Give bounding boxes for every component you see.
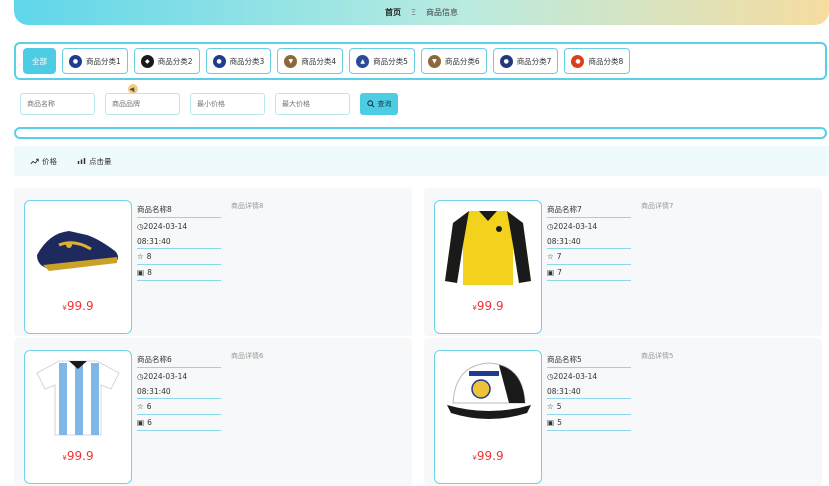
- views-icon: ▣: [137, 267, 145, 277]
- product-name: 商品名称5: [547, 352, 631, 368]
- club-badge-icon: ●: [571, 54, 585, 68]
- category-4-button[interactable]: ▼ 商品分类4: [277, 48, 344, 74]
- product-timestamp: ◷2024-03-14 08:31:40: [547, 218, 631, 249]
- product-image-frame[interactable]: ¥99.9: [24, 350, 132, 484]
- product-name-input[interactable]: [20, 93, 95, 115]
- search-icon: [366, 100, 375, 108]
- product-image-jacket: [439, 205, 537, 287]
- product-price: ¥99.9: [62, 299, 94, 313]
- category-label: 商品分类1: [86, 56, 121, 66]
- sort-bar: 价格 点击量: [14, 146, 829, 176]
- views-icon: ▣: [547, 417, 555, 427]
- product-image-jersey: [29, 355, 127, 437]
- product-name: 商品名称7: [547, 202, 631, 218]
- sort-by-price-button[interactable]: 价格: [30, 156, 57, 167]
- category-all-button[interactable]: 全部: [23, 48, 56, 74]
- product-image-frame[interactable]: ¥99.9: [434, 350, 542, 484]
- product-views: ▣ 8: [137, 265, 221, 281]
- menu-icon[interactable]: Ξ: [411, 8, 416, 17]
- star-icon: ☆: [137, 401, 144, 411]
- category-3-button[interactable]: ● 商品分类3: [205, 48, 272, 74]
- product-views: ▣ 5: [547, 415, 631, 431]
- views-icon: ▣: [137, 417, 145, 427]
- category-1-button[interactable]: ● 商品分类1: [62, 48, 128, 74]
- club-badge-icon: ●: [499, 54, 513, 68]
- product-info: 商品名称7 ◷2024-03-14 08:31:40 ☆ 7 ▣ 7: [547, 202, 631, 281]
- search-button-label: 查询: [377, 100, 392, 108]
- nav-current-page[interactable]: 商品信息: [426, 7, 458, 18]
- product-image-frame[interactable]: ¥99.9: [434, 200, 542, 334]
- category-label: 商品分类7: [516, 56, 552, 66]
- bar-chart-icon: [77, 158, 86, 164]
- views-icon: ▣: [547, 267, 555, 277]
- club-badge-icon: ◆: [140, 54, 154, 68]
- product-brand-input[interactable]: [105, 93, 180, 115]
- sort-clicks-label: 点击量: [89, 156, 112, 166]
- category-label: 全部: [32, 56, 47, 66]
- product-favorites: ☆ 6: [137, 399, 221, 415]
- category-label: 商品分类5: [373, 56, 408, 66]
- sort-by-clicks-button[interactable]: 点击量: [77, 156, 112, 167]
- product-info: 商品名称8 ◷2024-03-14 08:31:40 ☆ 8 ▣ 8: [137, 202, 221, 281]
- nav-home-link[interactable]: 首页: [385, 7, 401, 18]
- search-form: 查询: [20, 93, 398, 115]
- product-card[interactable]: ¥99.9 商品名称6 ◷2024-03-14 08:31:40 ☆ 6 ▣ 6 商品…: [14, 338, 412, 486]
- product-timestamp: ◷2024-03-14 08:31:40: [547, 368, 631, 399]
- category-label: 商品分类4: [301, 56, 337, 66]
- product-favorites: ☆ 7: [547, 249, 631, 265]
- product-detail: 商品详情5: [641, 352, 674, 360]
- category-8-button[interactable]: ● 商品分类8: [564, 48, 631, 74]
- category-label: 商品分类8: [588, 56, 624, 66]
- product-card[interactable]: ¥99.9 商品名称8 ◷2024-03-14 08:31:40 ☆ 8 ▣ 8 商品…: [14, 188, 412, 336]
- product-detail: 商品详情6: [231, 352, 264, 360]
- search-button[interactable]: 查询: [360, 93, 398, 115]
- product-views: ▣ 7: [547, 265, 631, 281]
- star-icon: ☆: [547, 401, 554, 411]
- category-2-button[interactable]: ◆ 商品分类2: [133, 48, 200, 74]
- category-label: 商品分类6: [444, 56, 480, 66]
- star-icon: ☆: [137, 251, 144, 261]
- category-label: 商品分类3: [229, 56, 265, 66]
- product-info: 商品名称5 ◷2024-03-14 08:31:40 ☆ 5 ▣ 5: [547, 352, 631, 431]
- product-image-shoe: [29, 205, 127, 287]
- top-navigation-bar: 首页 Ξ 商品信息: [14, 0, 829, 25]
- product-timestamp: ◷2024-03-14 08:31:40: [137, 368, 221, 399]
- product-favorites: ☆ 8: [137, 249, 221, 265]
- category-filter-bar: 全部 ● 商品分类1 ◆ 商品分类2 ● 商品分类3 ▼ 商品分类4 ▲ 商品分类5 ▼ 商…: [14, 42, 827, 80]
- product-price: ¥99.9: [472, 299, 504, 313]
- trend-icon: [30, 158, 39, 164]
- product-name: 商品名称6: [137, 352, 221, 368]
- product-card[interactable]: ¥99.9 商品名称7 ◷2024-03-14 08:31:40 ☆ 7 ▣ 7 商品…: [424, 188, 822, 336]
- product-price: ¥99.9: [62, 449, 94, 463]
- product-name: 商品名称8: [137, 202, 221, 218]
- category-label: 商品分类2: [157, 56, 193, 66]
- product-price: ¥99.9: [472, 449, 504, 463]
- product-detail: 商品详情7: [641, 202, 674, 210]
- product-detail: 商品详情8: [231, 202, 264, 210]
- product-views: ▣ 6: [137, 415, 221, 431]
- category-6-button[interactable]: ▼ 商品分类6: [420, 48, 487, 74]
- club-badge-icon: ●: [212, 54, 226, 68]
- star-icon: ☆: [547, 251, 554, 261]
- category-5-button[interactable]: ▲ 商品分类5: [349, 48, 415, 74]
- club-badge-icon: ▼: [284, 54, 298, 68]
- category-7-button[interactable]: ● 商品分类7: [492, 48, 559, 74]
- product-image-cap: [439, 355, 537, 437]
- max-price-input[interactable]: [275, 93, 350, 115]
- min-price-input[interactable]: [190, 93, 265, 115]
- product-card[interactable]: ¥99.9 商品名称5 ◷2024-03-14 08:31:40 ☆ 5 ▣ 5 商品…: [424, 338, 822, 486]
- product-grid: ¥99.9 商品名称8 ◷2024-03-14 08:31:40 ☆ 8 ▣ 8 商品…: [14, 182, 829, 486]
- sort-price-label: 价格: [42, 156, 57, 166]
- product-image-frame[interactable]: ¥99.9: [24, 200, 132, 334]
- product-timestamp: ◷2024-03-14 08:31:40: [137, 218, 221, 249]
- club-badge-icon: ●: [69, 54, 82, 68]
- club-badge-icon: ▲: [356, 54, 370, 68]
- secondary-filter-bar: [14, 127, 827, 139]
- product-info: 商品名称6 ◷2024-03-14 08:31:40 ☆ 6 ▣ 6: [137, 352, 221, 431]
- club-badge-icon: ▼: [427, 54, 441, 68]
- product-favorites: ☆ 5: [547, 399, 631, 415]
